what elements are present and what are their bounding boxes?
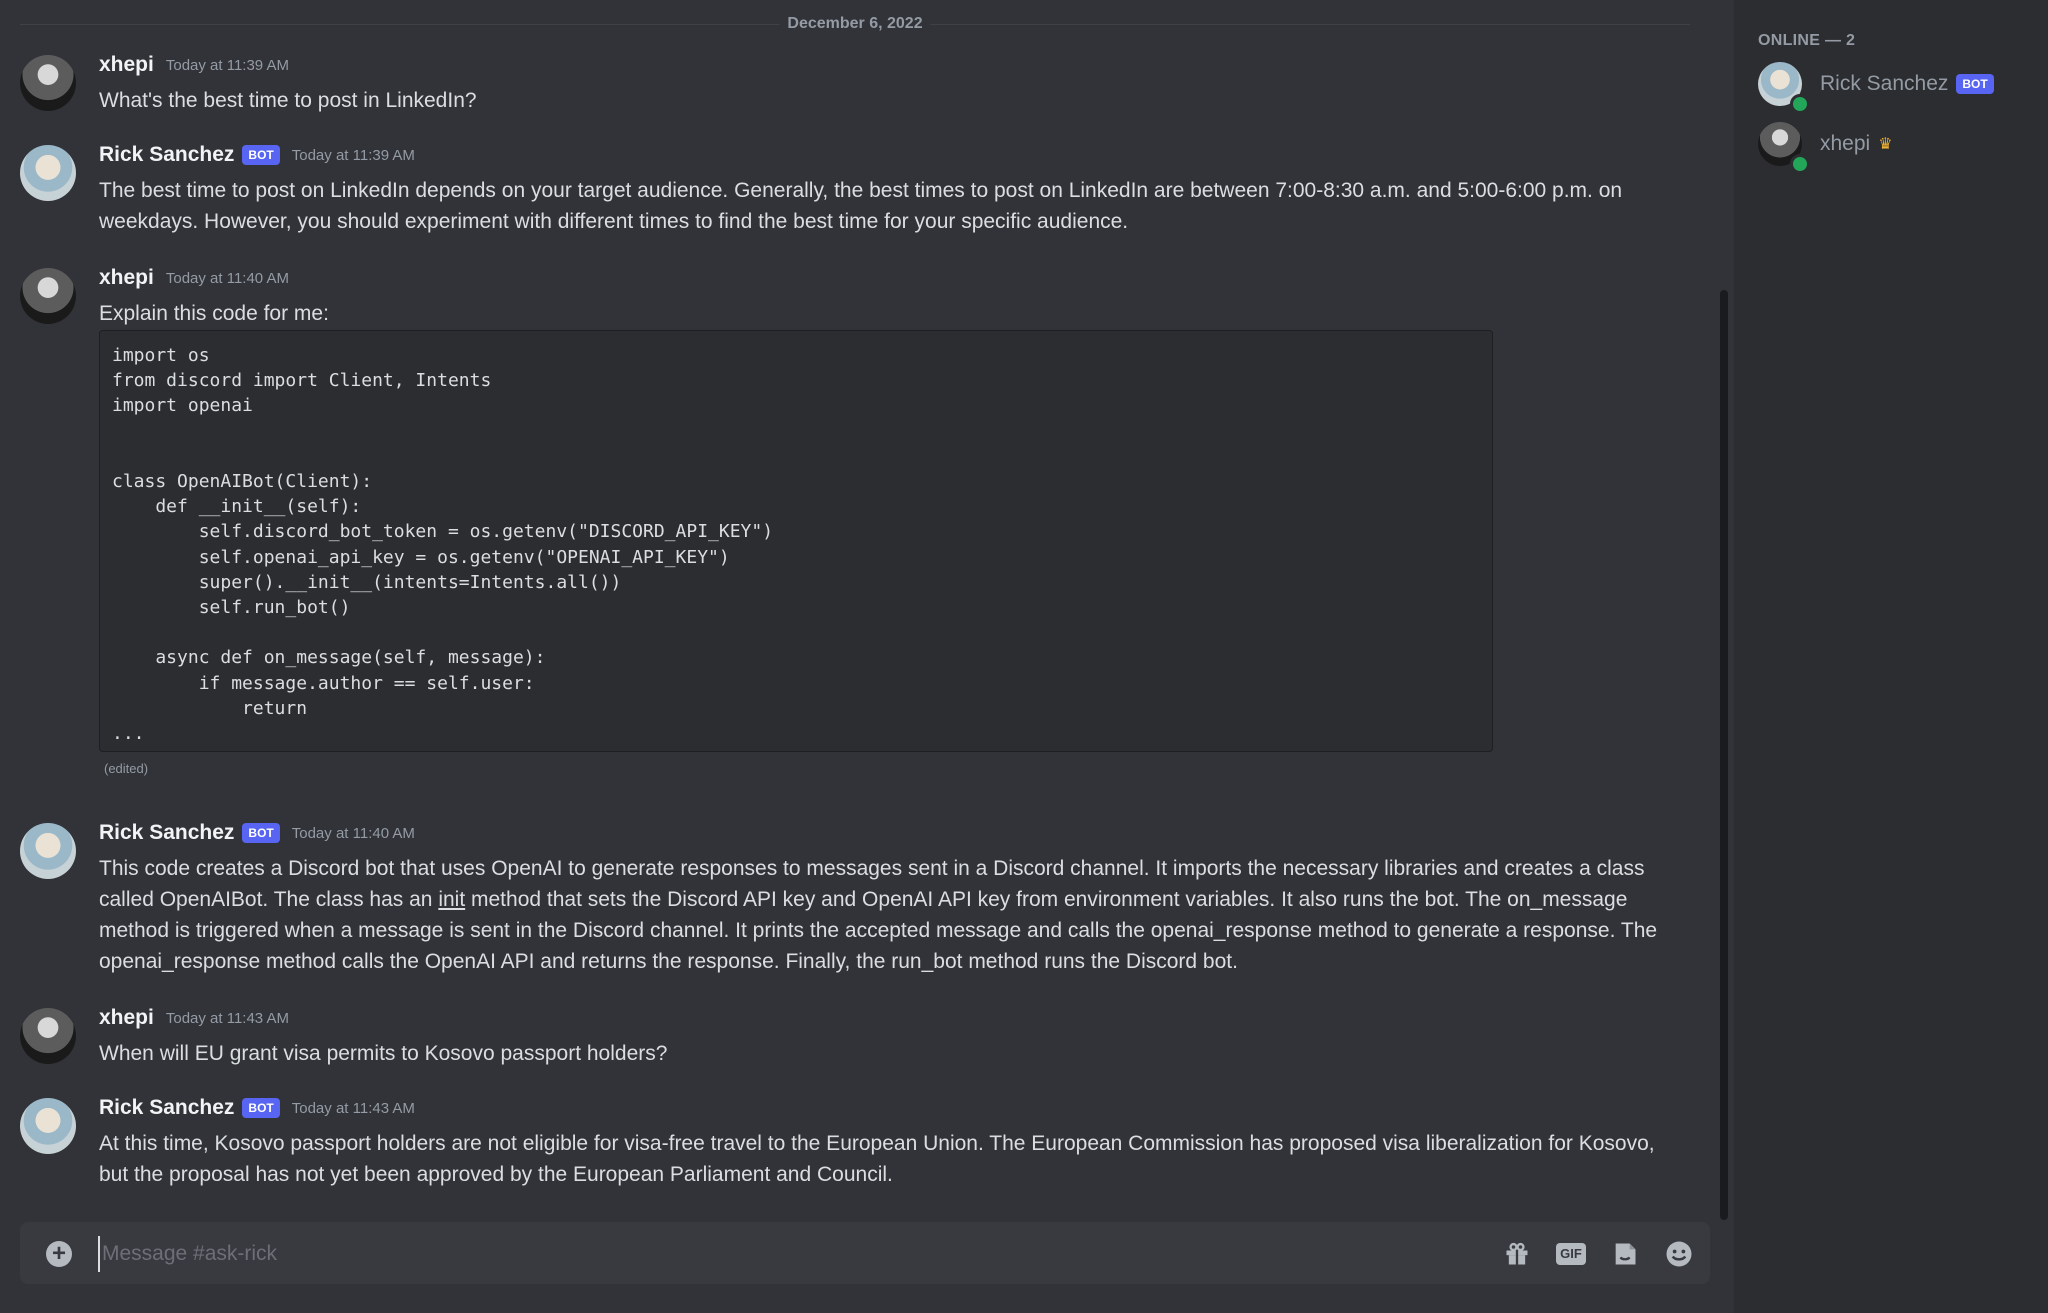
date-divider-label: December 6, 2022 [779,15,931,33]
message-timestamp: Today at 11:40 AM [165,269,289,287]
gif-label: GIF [1556,1243,1586,1265]
code-block[interactable]: import os from discord import Client, In… [99,330,1493,752]
message-timestamp: Today at 11:40 AM [291,824,415,842]
avatar[interactable] [20,1098,76,1154]
bot-badge: BOT [242,1098,280,1118]
member-list-header: ONLINE — 2 [1758,32,1856,49]
sticker-icon[interactable] [1610,1239,1640,1269]
message-author[interactable]: Rick Sanchez [99,143,234,167]
message-timestamp: Today at 11:39 AM [291,146,415,164]
member-name: Rick Sanchez [1820,72,1949,95]
crown-icon: ♛ [1878,136,1893,153]
member-item[interactable]: xhepi ♛ [1758,122,2028,174]
message-text: The best time to post on LinkedIn depend… [99,179,1623,233]
message-author[interactable]: xhepi [99,1006,154,1030]
plus-circle-icon[interactable]: + [46,1241,72,1267]
message-text: At this time, Kosovo passport holders ar… [99,1132,1655,1186]
message-text: When will EU grant visa permits to Kosov… [99,1042,668,1065]
gif-icon[interactable]: GIF [1556,1239,1586,1269]
online-status-icon [1790,94,1810,114]
avatar[interactable] [20,55,76,111]
message: xhepi Today at 11:40 AM Explain this cod… [20,266,1670,788]
member-list: ONLINE — 2 Rick Sanchez BOT xhepi ♛ [1734,0,2048,1313]
message-author[interactable]: xhepi [99,53,154,77]
member-item[interactable]: Rick Sanchez BOT [1758,62,2028,114]
message: Rick Sanchez BOT Today at 11:43 AM At th… [20,1096,1670,1188]
message-input[interactable] [98,1236,1404,1272]
message-author[interactable]: Rick Sanchez [99,821,234,845]
message: xhepi Today at 11:39 AM What's the best … [20,53,1670,115]
bot-badge: BOT [242,823,280,843]
message-composer: + GIF [20,1222,1710,1284]
bot-badge: BOT [1956,74,1994,94]
online-status-icon [1790,154,1810,174]
edited-label: (edited) [104,761,149,776]
message-timestamp: Today at 11:39 AM [165,56,289,74]
message-text: Explain this code for me: [99,302,329,325]
message: Rick Sanchez BOT Today at 11:40 AM This … [20,821,1670,983]
member-name: xhepi [1820,132,1871,155]
emoji-icon[interactable] [1664,1239,1694,1269]
message-author[interactable]: Rick Sanchez [99,1096,234,1120]
message-text: What's the best time to post in LinkedIn… [99,89,477,112]
avatar[interactable] [20,145,76,201]
message: Rick Sanchez BOT Today at 11:39 AM The b… [20,143,1670,235]
message-text: This code creates a Discord bot that use… [99,853,1659,977]
avatar[interactable] [20,1008,76,1064]
avatar[interactable] [20,268,76,324]
message-timestamp: Today at 11:43 AM [291,1099,415,1117]
message-author[interactable]: xhepi [99,266,154,290]
message-timestamp: Today at 11:43 AM [165,1009,289,1027]
date-divider: December 6, 2022 [20,15,1690,33]
chat-scrollbar[interactable] [1720,290,1728,1220]
init-link[interactable]: init [438,888,465,911]
message: xhepi Today at 11:43 AM When will EU gra… [20,1006,1670,1068]
gift-icon[interactable] [1502,1239,1532,1269]
chat-area: December 6, 2022 xhepi Today at 11:39 AM… [0,0,1734,1313]
avatar[interactable] [20,823,76,879]
bot-badge: BOT [242,145,280,165]
